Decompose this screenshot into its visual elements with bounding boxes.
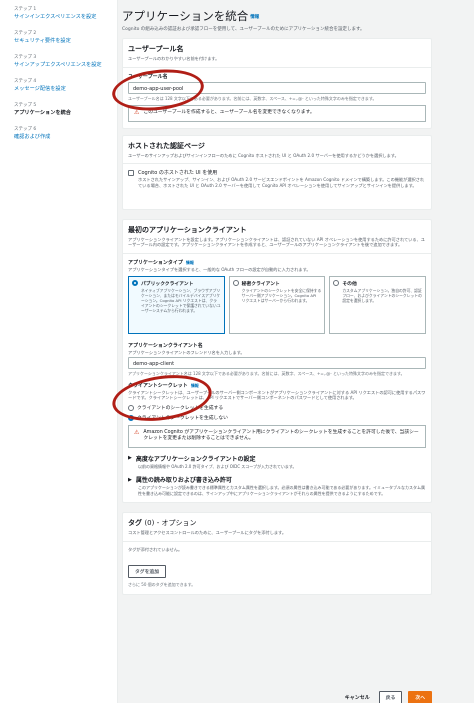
client-name-input[interactable]: demo-app-client [128, 357, 426, 370]
advanced-settings-expander[interactable]: ▶ 高度なアプリケーションクライアントの設定 [128, 454, 426, 463]
step-number: ステップ 3 [14, 55, 37, 61]
tile-desc: カスタムアプリケーション。独自の許可、認証フロー、およびクライアントのシークレッ… [342, 287, 422, 303]
step-number: ステップ 6 [14, 127, 37, 133]
step-number: ステップ 5 [14, 103, 37, 109]
attribute-permissions-expander[interactable]: ▶ 属性の読み取りおよび書き込み許可 [128, 475, 426, 485]
panel-title: ホストされた認証ページ [128, 141, 205, 150]
app-type-tile[interactable]: その他 カスタムアプリケーション。独自の許可、認証フロー、およびクライアントのシー… [329, 275, 427, 334]
step-label[interactable]: サインアップエクスペリエンスを設定 [14, 62, 111, 69]
panel-desc: ユーザーのサインアップおよびサインインフローのために Cognito ホストされ… [128, 152, 399, 158]
step-label[interactable]: セキュリティ要件を設定 [14, 38, 111, 45]
app-type-desc: アプリケーションタイプを選択すると、一般的な OAuth フローの設定が自動的に… [128, 266, 311, 272]
page-title: アプリケーションを統合 情報 [122, 9, 260, 23]
tile-desc: ネイティブアプリケーション、ブラウザアプリケーション、またはモバイルデバイスアプ… [141, 287, 221, 314]
hosted-ui-checkbox[interactable]: Cognito のホストされた UI を使用 ホストされたサインアップ、サインイ… [128, 169, 426, 188]
panel-title: 最初のアプリケーションクライアント [128, 225, 247, 234]
tags-hint: さらに 50 個のタグを追加できます。 [128, 582, 196, 588]
client-name-label: アプリケーションクライアント名 [128, 342, 203, 349]
panel-title: ユーザープール名 [128, 45, 184, 53]
step-number: ステップ 1 [14, 7, 37, 12]
app-type-tiles: パブリッククライアント ネイティブアプリケーション、ブラウザアプリケーション、また… [128, 275, 427, 334]
title-info-link[interactable]: 情報 [250, 15, 259, 20]
app-client-panel: 最初のアプリケーションクライアント アプリケーションクライアントを設定します。ア… [122, 218, 432, 504]
warning-icon: ⚠ [134, 109, 140, 117]
step-label[interactable]: メッセージ配信を設定 [14, 86, 111, 93]
warning-text: このユーザープールを作成すると、ユーザープール名を変更できなくなります。 [143, 110, 315, 116]
back-button[interactable]: 戻る [378, 691, 403, 703]
info-link[interactable]: 情報 [186, 260, 194, 265]
advanced-desc: 以前の資格情報や OAuth 2.0 許可タイプ、および OIDC スコープが入… [138, 463, 297, 469]
add-tag-button[interactable]: タグを追加 [128, 565, 166, 579]
client-name-desc: アプリケーションクライアントのフレンドリ名を入力します。 [128, 349, 245, 355]
app-type-label: アプリケーションタイプ 情報 [128, 259, 194, 266]
secret-warning-alert: ⚠ Amazon Cognito がアプリケーションクライアント用にクライアント… [128, 424, 426, 448]
tile-name: パブリッククライアント [141, 281, 194, 287]
attr-desc: このアプリケーションが読み書きできる標準属性とカスタム属性を選択します。必須の属… [138, 485, 425, 496]
panel-desc: コスト管理とアクセスコントロールのために、ユーザープールにタグを添付します。 [128, 530, 287, 536]
step-item[interactable]: ステップ 1 サインインエクスペリエンスを設定 [14, 6, 111, 21]
checkbox-desc: ホストされたサインアップ、サインイン、および OAuth 2.0 サービスエンド… [138, 177, 425, 188]
step-label[interactable]: 確認および作成 [14, 134, 111, 141]
next-button[interactable]: 次へ [408, 691, 432, 703]
tile-name: 秘密クライアント [241, 281, 280, 287]
panel-title: タグ (0) - オプション [128, 519, 197, 528]
radio-button[interactable] [232, 280, 239, 287]
step-label: アプリケーションを統合 [14, 110, 71, 117]
tile-desc: クライアントのシークレットを安全に保持するサーバー側アプリケーション。Cogni… [241, 287, 322, 303]
step-item[interactable]: ステップ 2 セキュリティ要件を設定 [14, 30, 111, 45]
caret-right-icon: ▶ [128, 455, 132, 462]
app-type-tile[interactable]: 秘密クライアント クライアントのシークレットを安全に保持するサーバー側アプリケーシ… [228, 275, 326, 334]
step-number: ステップ 4 [14, 79, 37, 85]
panel-desc: アプリケーションクライアントを設定します。アプリケーションクライアントは、認証さ… [128, 236, 425, 248]
step-number: ステップ 2 [14, 31, 37, 37]
step-item[interactable]: ステップ 4 メッセージ配信を設定 [14, 78, 111, 93]
step-item[interactable]: ステップ 6 確認および作成 [14, 126, 111, 141]
hosted-ui-panel: ホストされた認証ページ ユーザーのサインアップおよびサインインフローのために C… [122, 134, 432, 210]
caret-right-icon: ▶ [128, 476, 132, 483]
tags-empty-text: タグが添付されていません。 [128, 546, 183, 552]
cancel-button[interactable]: キャンセル [345, 694, 370, 701]
tile-name: その他 [342, 281, 357, 287]
tags-panel: タグ (0) - オプション コスト管理とアクセスコントロールのために、ユーザー… [122, 512, 432, 595]
step-navigation: ステップ 1 サインインエクスペリエンスを設定 ステップ 2 セキュリティ要件を設定ス… [0, 0, 118, 703]
warning-icon: ⚠ [134, 428, 140, 436]
warning-text: Amazon Cognito がアプリケーションクライアント用にクライアントのシ… [143, 429, 419, 442]
step-item[interactable]: ステップ 3 サインアップエクスペリエンスを設定 [14, 54, 111, 69]
radio-button[interactable] [333, 280, 340, 287]
checkbox-box[interactable] [128, 170, 134, 177]
page-subtitle: Cognito の組み込みの認証および承認フローを使用して、ユーザープールのため… [122, 27, 365, 32]
checkbox-label: Cognito のホストされた UI を使用 [138, 170, 218, 177]
app-type-tile[interactable]: パブリッククライアント ネイティブアプリケーション、ブラウザアプリケーション、また… [128, 275, 225, 334]
radio-button[interactable] [132, 280, 138, 287]
step-item: ステップ 5 アプリケーションを統合 [14, 102, 111, 117]
panel-desc: ユーザープールのわかりやすい名前を付けます。 [128, 56, 220, 61]
step-label[interactable]: サインインエクスペリエンスを設定 [14, 14, 111, 21]
wizard-footer: キャンセル 戻る 次へ [345, 691, 432, 703]
